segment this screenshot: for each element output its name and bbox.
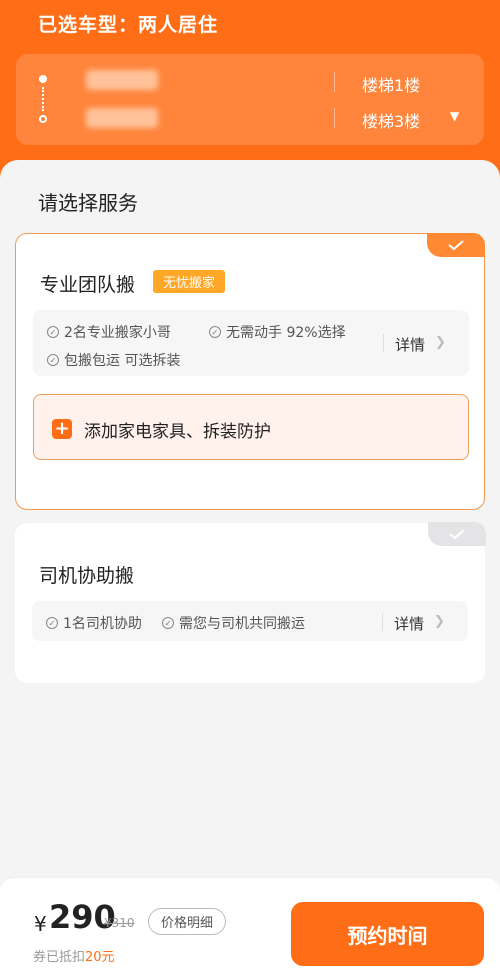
feature-item: ✓ 无需动手 92%选择 — [209, 322, 346, 342]
route-line — [42, 87, 44, 111]
check-circle-icon: ✓ — [47, 354, 59, 366]
service-card-professional[interactable]: 专业团队搬 无忧搬家 ✓ 2名专业搬家小哥 ✓ 无需动手 92%选择 ✓ 包搬包运 可… — [15, 233, 485, 510]
feature-item: ✓ 需您与司机共同搬运 — [162, 613, 305, 633]
expand-triangle-icon[interactable]: ▼ — [450, 109, 459, 123]
chevron-right-icon[interactable]: ❯ — [435, 335, 446, 350]
feature-item: ✓ 2名专业搬家小哥 — [47, 322, 171, 342]
check-circle-icon: ✓ — [46, 617, 58, 629]
price-breakdown-button[interactable]: 价格明细 — [148, 908, 227, 935]
currency-symbol: ¥ — [34, 912, 47, 936]
detail-link[interactable]: 详情 — [394, 613, 424, 634]
service-name: 司机协助搬 — [39, 565, 135, 587]
unselected-check-icon — [428, 522, 486, 546]
plus-icon: + — [52, 419, 72, 439]
section-title: 请选择服务 — [38, 191, 138, 215]
addon-label: 添加家电家具、拆装防护 — [84, 422, 271, 442]
destination-address-redacted[interactable] — [86, 108, 158, 128]
service-card-driver[interactable]: 司机协助搬 ✓ 1名司机协助 ✓ 需您与司机共同搬运 详情 ❯ — [15, 522, 486, 683]
selected-car-type[interactable]: 已选车型：两人居住 — [38, 10, 218, 37]
destination-floor[interactable]: 楼梯3楼 — [362, 108, 420, 132]
original-price: ¥310 — [104, 916, 135, 930]
chevron-right-icon[interactable]: ❯ — [434, 614, 445, 629]
book-time-button[interactable]: 预约时间 — [291, 902, 484, 966]
divider — [383, 334, 384, 352]
destination-dot-icon — [39, 115, 47, 123]
origin-dot-icon — [39, 75, 47, 83]
service-name: 专业团队搬 — [40, 274, 136, 296]
detail-link[interactable]: 详情 — [395, 334, 425, 355]
divider — [382, 613, 383, 631]
feature-item: ✓ 1名司机协助 — [46, 613, 142, 633]
service-tag: 无忧搬家 — [153, 270, 226, 293]
bottom-bar: ¥ 290 ¥310 价格明细 券已抵扣20元 预约时间 — [0, 877, 500, 977]
service-panel: 请选择服务 专业团队搬 无忧搬家 ✓ 2名专业搬家小哥 ✓ 无需动手 92%选择 ✓… — [0, 160, 500, 890]
origin-floor[interactable]: 楼梯1楼 — [362, 72, 420, 96]
check-circle-icon: ✓ — [47, 326, 59, 338]
check-circle-icon: ✓ — [209, 326, 221, 338]
route-card[interactable]: 楼梯1楼 楼梯3楼 ▼ — [16, 54, 484, 145]
selected-check-icon — [427, 233, 485, 257]
coupon-discount: 券已抵扣20元 — [33, 950, 115, 965]
feature-box[interactable]: ✓ 2名专业搬家小哥 ✓ 无需动手 92%选择 ✓ 包搬包运 可选拆装 详情 ❯ — [33, 310, 469, 376]
feature-item: ✓ 包搬包运 可选拆装 — [47, 350, 180, 370]
add-furniture-button[interactable]: + 添加家电家具、拆装防护 — [33, 394, 469, 460]
feature-box[interactable]: ✓ 1名司机协助 ✓ 需您与司机共同搬运 详情 ❯ — [32, 601, 468, 641]
check-circle-icon: ✓ — [162, 617, 174, 629]
origin-address-redacted[interactable] — [86, 70, 158, 90]
divider — [334, 72, 335, 92]
divider — [334, 108, 335, 128]
